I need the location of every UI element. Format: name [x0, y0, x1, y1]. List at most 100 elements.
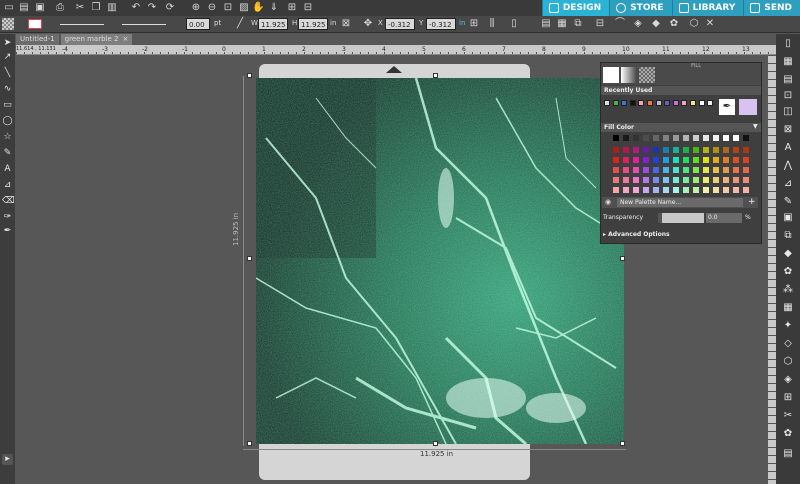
- new-document-icon[interactable]: ▭: [3, 2, 15, 14]
- advanced-options-toggle[interactable]: ▸ Advanced Options: [603, 231, 670, 238]
- text-icon[interactable]: A: [2, 164, 13, 175]
- fill-panel-icon[interactable]: ▦: [782, 56, 794, 68]
- grid-panel-icon[interactable]: ⊞: [782, 392, 794, 404]
- nesting-icon[interactable]: ◆: [782, 248, 794, 260]
- line-width-field[interactable]: 0.00: [186, 18, 210, 30]
- expand-panel-icon[interactable]: ▸: [2, 454, 13, 465]
- resize-handle-top[interactable]: [433, 73, 438, 78]
- line-panel-icon[interactable]: ▤: [782, 74, 794, 86]
- puzzle-icon[interactable]: ✦: [782, 320, 794, 332]
- slider-thumb[interactable]: [658, 213, 662, 223]
- polygon-icon[interactable]: ☆: [2, 132, 13, 143]
- y-position-field[interactable]: -0.312: [426, 18, 456, 30]
- copy-icon[interactable]: ❐: [90, 2, 102, 14]
- redraw-icon[interactable]: ⟳: [164, 2, 176, 14]
- lock-aspect-icon[interactable]: ⊠: [340, 18, 352, 30]
- move-icon[interactable]: ✥: [362, 18, 374, 30]
- redo-icon[interactable]: ↷: [146, 2, 158, 14]
- zoom-fit-page-icon[interactable]: ⊞: [286, 2, 298, 14]
- ellipse-icon[interactable]: ◯: [2, 116, 13, 127]
- close-tab-icon[interactable]: ×: [122, 34, 128, 45]
- transparency-slider[interactable]: [658, 213, 704, 223]
- resize-handle-bl[interactable]: [247, 441, 252, 446]
- freehand-icon[interactable]: ✎: [2, 148, 13, 159]
- ruler-number: 9: [582, 46, 586, 53]
- shapes-panel-icon[interactable]: ✿: [782, 428, 794, 440]
- coordinate-readout: 11.614 , 11.131: [16, 46, 56, 52]
- point-edit-icon[interactable]: ↗: [2, 52, 13, 63]
- width-field[interactable]: 11.925: [258, 18, 288, 30]
- zoom-in-icon[interactable]: ⊕: [190, 2, 202, 14]
- resize-handle-right[interactable]: [620, 256, 625, 261]
- height-field[interactable]: 11.925: [298, 18, 328, 30]
- sketch-icon[interactable]: ✎: [782, 196, 794, 208]
- library-panel-icon[interactable]: ▣: [782, 212, 794, 224]
- text-style-icon[interactable]: A: [782, 142, 794, 154]
- edit-text-icon[interactable]: ⊿: [2, 180, 13, 191]
- more-icon[interactable]: ▤: [782, 448, 794, 460]
- page-setup-icon[interactable]: ⊟: [302, 2, 314, 14]
- group-icon[interactable]: ▤: [540, 18, 552, 30]
- move-down-icon[interactable]: ⇓: [268, 2, 280, 14]
- ruler-number: -1: [182, 46, 188, 53]
- save-icon[interactable]: ▣: [34, 2, 46, 14]
- scissor-panel-icon[interactable]: ✂: [782, 410, 794, 422]
- ruler-number: -3: [102, 46, 108, 53]
- resize-handle-tl[interactable]: [247, 73, 252, 78]
- resize-handle-br[interactable]: [620, 441, 625, 446]
- width-dimension: 11.925 in: [420, 450, 454, 458]
- pattern-icon[interactable]: ▦: [782, 302, 794, 314]
- doc-tab-untitled[interactable]: Untitled-1: [16, 34, 59, 45]
- distribute-icon[interactable]: ⫼: [486, 18, 498, 30]
- replicate-panel-icon[interactable]: ◫: [782, 106, 794, 118]
- zoom-out-icon[interactable]: ⊖: [206, 2, 218, 14]
- transparency-label: Transparency: [603, 214, 644, 221]
- resize-handle-left[interactable]: [247, 256, 252, 261]
- cut-icon[interactable]: ✂: [74, 2, 86, 14]
- new-palette-field[interactable]: New Palette Name...: [617, 198, 743, 207]
- doc-tab-green-marble[interactable]: green marble 2 ×: [60, 34, 133, 45]
- knife-icon[interactable]: ✑: [2, 212, 13, 223]
- eraser-icon[interactable]: ⌫: [2, 196, 15, 207]
- transparency-field[interactable]: 0.0: [706, 213, 742, 223]
- rhinestone-icon[interactable]: ⁂: [782, 284, 794, 296]
- line-style-select-2[interactable]: [122, 24, 166, 25]
- undo-icon[interactable]: ↶: [130, 2, 142, 14]
- paste-icon[interactable]: ▥: [106, 2, 118, 14]
- line-color-icon[interactable]: [28, 19, 42, 29]
- star-panel-icon[interactable]: ✿: [782, 266, 794, 278]
- line-style-select[interactable]: [60, 24, 104, 25]
- align-icon[interactable]: ⊞: [468, 18, 480, 30]
- warp-icon[interactable]: ◈: [782, 374, 794, 386]
- curve-icon[interactable]: ∿: [2, 84, 13, 95]
- line-tool-icon[interactable]: ╱: [234, 18, 246, 30]
- zoom-fit-icon[interactable]: ⊡: [222, 2, 234, 14]
- transform-icon[interactable]: ⊡: [782, 90, 794, 102]
- fill-swatch-icon[interactable]: [2, 18, 14, 30]
- ungroup-icon[interactable]: ▦: [556, 18, 568, 30]
- print-icon[interactable]: ⎙: [54, 2, 66, 14]
- page-settings-icon[interactable]: ▯: [782, 38, 794, 50]
- ruler-number: 2: [302, 46, 306, 53]
- marble-image[interactable]: [256, 78, 624, 444]
- offset-icon[interactable]: ⋀: [782, 160, 794, 172]
- rotate-handle-icon[interactable]: [386, 66, 402, 73]
- flexi-icon[interactable]: ⬡: [782, 356, 794, 368]
- eyedropper-icon[interactable]: ✒: [2, 226, 13, 237]
- resize-handle-bottom[interactable]: [433, 441, 438, 446]
- x-position-field[interactable]: -0.312: [385, 18, 415, 30]
- layers-icon[interactable]: ⧉: [782, 230, 794, 242]
- line-icon[interactable]: ╲: [2, 68, 13, 79]
- trace-panel-icon[interactable]: ⊿: [782, 178, 794, 190]
- replicate-icon[interactable]: ⧉: [572, 18, 584, 30]
- modify-icon[interactable]: ⊠: [782, 124, 794, 136]
- select-arrow-icon[interactable]: ➤: [2, 38, 13, 49]
- rectangle-icon[interactable]: ▭: [2, 100, 13, 111]
- add-palette-icon[interactable]: +: [748, 197, 756, 207]
- emboss-icon[interactable]: ◇: [782, 338, 794, 350]
- open-folder-icon[interactable]: ▤: [18, 2, 30, 14]
- page-icon[interactable]: ▯: [508, 18, 520, 30]
- hand-pan-icon[interactable]: ✋: [252, 2, 264, 14]
- zoom-area-icon[interactable]: ▨: [238, 2, 250, 14]
- vertical-ruler: [768, 55, 776, 484]
